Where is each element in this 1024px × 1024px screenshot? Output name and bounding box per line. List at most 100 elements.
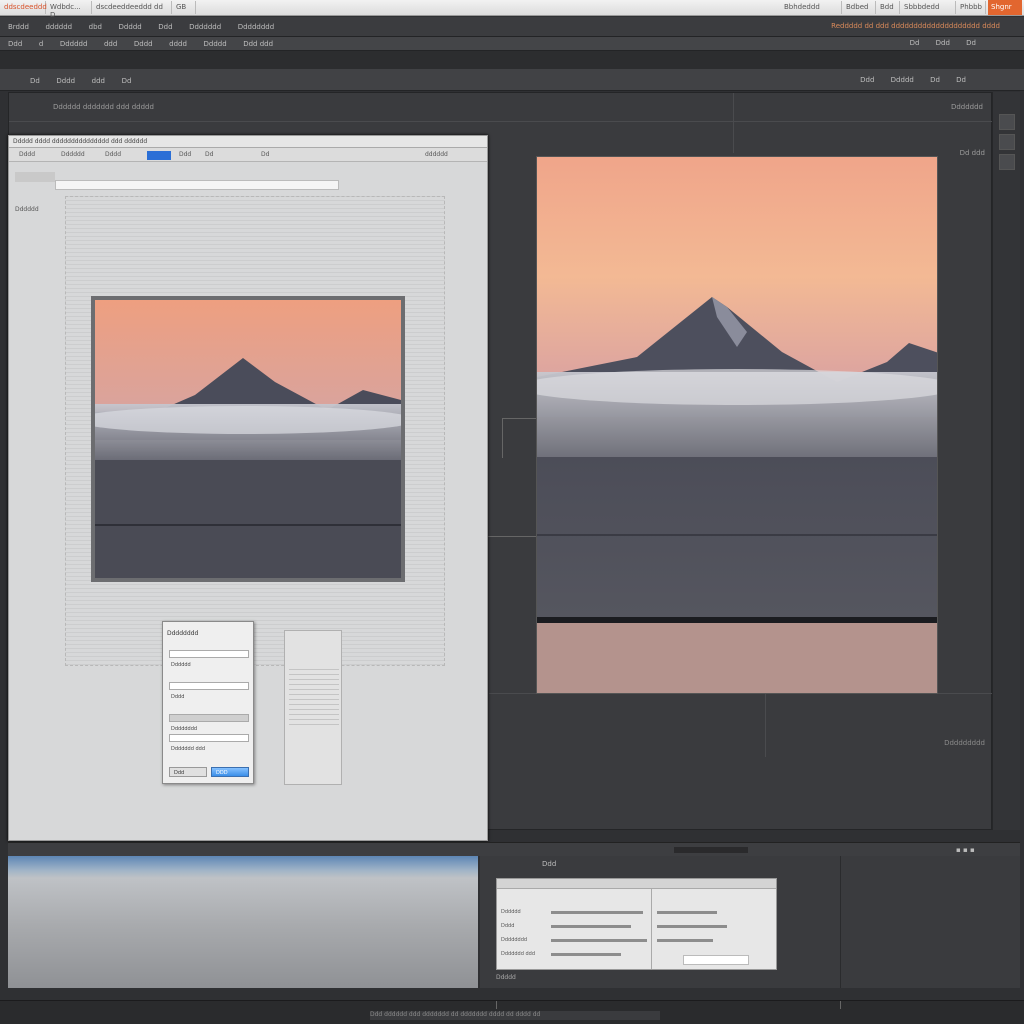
panel-toggle-button[interactable] bbox=[999, 134, 1015, 150]
ok-button[interactable]: DDD bbox=[211, 767, 249, 777]
tab-4[interactable]: GB bbox=[172, 1, 196, 14]
mini-dialog-divider bbox=[651, 889, 652, 969]
canvas-corner-label: Ddddddd bbox=[950, 103, 983, 111]
panel-side-label: Dddddd bbox=[15, 206, 39, 213]
canvas-side-label: Dd ddd bbox=[959, 149, 985, 157]
mountain-photo-small[interactable] bbox=[91, 296, 405, 582]
menu-item[interactable]: Dddddddd bbox=[238, 23, 275, 31]
option-item[interactable]: dddd bbox=[169, 40, 187, 48]
toolbar-item[interactable]: ddd bbox=[92, 77, 105, 85]
mountain-thumbnail bbox=[95, 300, 401, 578]
toolbar-item[interactable]: Dd bbox=[30, 77, 40, 85]
option-item[interactable]: d bbox=[39, 40, 43, 48]
menu-item[interactable]: dddddd bbox=[45, 23, 72, 31]
option-right-item[interactable]: Dd bbox=[910, 39, 920, 47]
panel-tool[interactable]: Dddd bbox=[19, 151, 35, 158]
menu-bar: Brddd dddddd dbd Ddddd Ddd Ddddddd Ddddd… bbox=[0, 17, 1024, 37]
guide-line bbox=[9, 121, 993, 122]
option-item[interactable]: ddd bbox=[104, 40, 117, 48]
option-right-item[interactable]: Dd bbox=[966, 39, 976, 47]
tab-1[interactable]: ddscdeeddd bbox=[0, 1, 47, 14]
mini-dialog-label: Dddd bbox=[501, 923, 515, 929]
mini-dialog-line bbox=[551, 911, 643, 914]
panel-controls[interactable]: ▪ ▪ ▪ bbox=[956, 846, 996, 854]
topbar-item-4[interactable]: Sbbbdedd bbox=[900, 1, 956, 14]
option-item[interactable]: Ddd ddd bbox=[243, 40, 273, 48]
selection-handle-line bbox=[502, 418, 503, 458]
option-item[interactable]: Ddd bbox=[8, 40, 22, 48]
option-item[interactable]: Dddd bbox=[134, 40, 153, 48]
panel-tool[interactable]: dddddd bbox=[425, 151, 448, 158]
tab-3[interactable]: dscdeeddeeddd dd bbox=[92, 1, 172, 14]
mountain-photo-large[interactable] bbox=[536, 156, 938, 694]
guide-line bbox=[765, 693, 766, 757]
right-panel-strip bbox=[992, 92, 1020, 830]
cancel-button[interactable]: Ddd bbox=[169, 767, 207, 777]
topbar-item-2[interactable]: Bdbed bbox=[842, 1, 876, 14]
dialog-title: Dddddddd bbox=[167, 630, 199, 637]
menu-item[interactable]: Ddddd bbox=[119, 23, 142, 31]
preview-side-panel bbox=[284, 630, 342, 785]
toolbar-right-item[interactable]: Dd bbox=[930, 76, 940, 84]
status-text: Ddd dddddd ddd ddddddd dd ddddddd dddd d… bbox=[370, 1011, 660, 1020]
panel-tool[interactable]: Dddd bbox=[105, 151, 121, 158]
menu-item[interactable]: Brddd bbox=[8, 23, 29, 31]
dialog-field[interactable] bbox=[169, 650, 249, 658]
selected-tool-highlight[interactable] bbox=[147, 151, 171, 160]
panel-tool[interactable]: Dd bbox=[205, 151, 213, 158]
option-right-item[interactable]: Ddd bbox=[936, 39, 950, 47]
tab-2[interactable]: Wdbdc... D bbox=[46, 1, 92, 19]
ruler-strip bbox=[0, 51, 1024, 69]
mini-dialog-header bbox=[497, 879, 776, 889]
panel-tool[interactable]: Ddd bbox=[179, 151, 191, 158]
ok-label: DDD bbox=[216, 770, 228, 776]
mini-dialog-label: Dddddddd bbox=[501, 937, 528, 943]
mini-dialog-line bbox=[657, 939, 713, 942]
panel-header: Ddddd dddd ddddddddddddddd ddd dddddd bbox=[9, 136, 487, 148]
mini-settings-dialog: Dddddd Dddd Dddddddd Ddddddd ddd bbox=[496, 878, 777, 970]
dialog-field-label: Ddddddd ddd bbox=[171, 746, 206, 752]
toolbar-right-item[interactable]: Ddd bbox=[860, 76, 874, 84]
zoom-label: Ddddddddd bbox=[944, 739, 985, 747]
status-marker bbox=[496, 1001, 497, 1009]
dialog-field[interactable] bbox=[169, 734, 249, 742]
toolbar-right-item[interactable]: Ddddd bbox=[891, 76, 914, 84]
option-item[interactable]: Ddddd bbox=[203, 40, 226, 48]
export-dialog: Dddddddd Dddddd Dddd Dddddddd Ddddddd dd… bbox=[162, 621, 254, 784]
mini-dialog-label: Ddddddd ddd bbox=[501, 951, 536, 957]
panel-tool[interactable]: Dddddd bbox=[61, 151, 85, 158]
mini-dialog-input[interactable] bbox=[683, 955, 749, 965]
status-bar: Ddd dddddd ddd ddddddd dd ddddddd dddd d… bbox=[0, 1000, 1024, 1024]
selection-handle-line bbox=[502, 418, 536, 419]
toolbar-right: Ddd Ddddd Dd Dd bbox=[860, 76, 980, 84]
dialog-field-label: Dddddddd bbox=[171, 726, 198, 732]
bottom-panel-bar: ▪ ▪ ▪ bbox=[8, 842, 1020, 856]
menu-item[interactable]: Ddddddd bbox=[189, 23, 221, 31]
option-item[interactable]: Dddddd bbox=[60, 40, 88, 48]
topbar-item-5[interactable]: Phbbb bbox=[956, 1, 986, 14]
ruler-bar bbox=[55, 180, 339, 190]
mini-dialog-line bbox=[551, 953, 621, 956]
panel-scroll-handle[interactable] bbox=[674, 847, 748, 853]
panel-toggle-button[interactable] bbox=[999, 154, 1015, 170]
menu-item[interactable]: Ddd bbox=[158, 23, 172, 31]
topbar-item-3[interactable]: Bdd bbox=[876, 1, 900, 14]
bottom-panel-footer: Ddddd bbox=[496, 974, 516, 981]
panel-tool[interactable]: Dd bbox=[261, 151, 269, 158]
dialog-field[interactable] bbox=[169, 714, 249, 722]
options-bar: Ddd d Dddddd ddd Dddd dddd Ddddd Ddd ddd… bbox=[0, 37, 1024, 51]
dialog-field[interactable] bbox=[169, 682, 249, 690]
topbar-item-1[interactable]: Bbhdeddd bbox=[780, 1, 842, 14]
panel-input[interactable] bbox=[15, 172, 55, 182]
toolbar-right-item[interactable]: Dd bbox=[956, 76, 966, 84]
panel-toggle-button[interactable] bbox=[999, 114, 1015, 130]
mini-dialog-label: Dddddd bbox=[501, 909, 521, 915]
mini-dialog-line bbox=[657, 925, 727, 928]
toolbar-item[interactable]: Dddd bbox=[56, 77, 75, 85]
menu-item[interactable]: dbd bbox=[89, 23, 102, 31]
os-title-bar: ddscdeeddd Wdbdc... D dscdeeddeeddd dd G… bbox=[0, 0, 1024, 19]
dialog-field-label: Dddd bbox=[171, 694, 185, 700]
toolbar-item[interactable]: Dd bbox=[122, 77, 132, 85]
brand-badge[interactable]: Shgnr bbox=[988, 0, 1022, 15]
mini-dialog-line bbox=[551, 939, 647, 942]
